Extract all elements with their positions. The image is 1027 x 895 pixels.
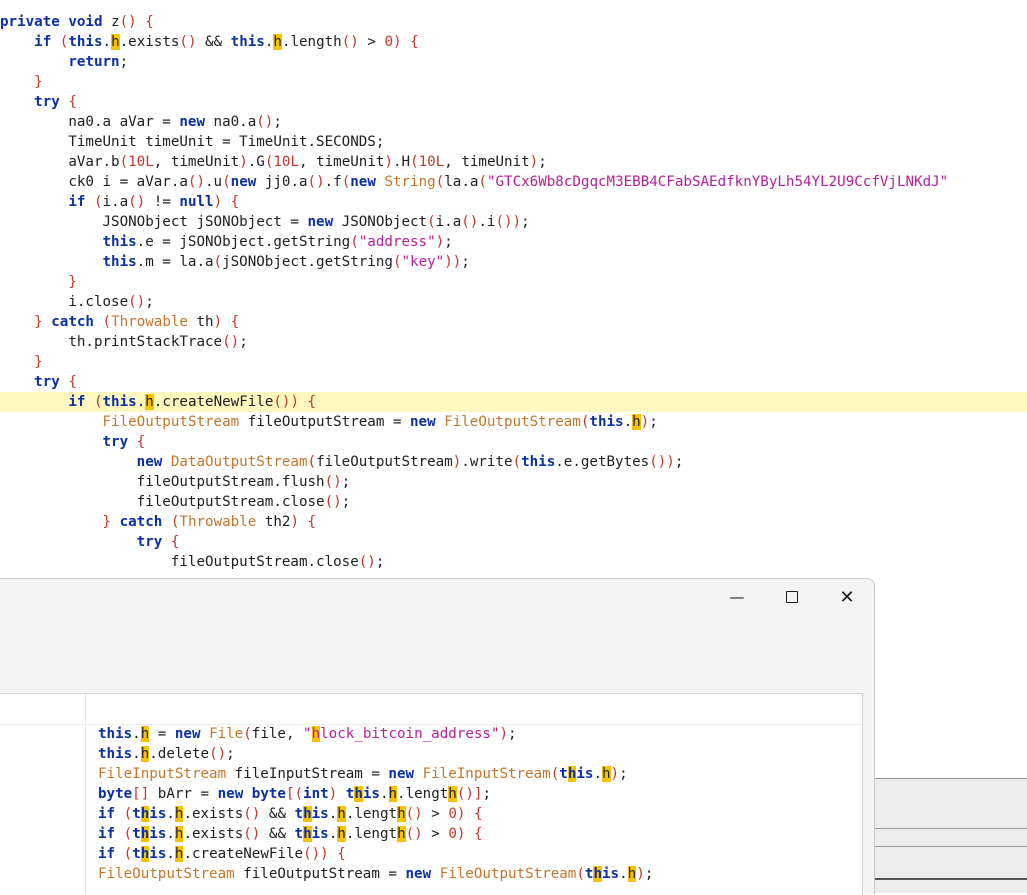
result-line[interactable]: byte[] bArr = new byte[(int) this.h.leng…	[98, 784, 491, 804]
code-line: fileOutputStream.close();	[0, 494, 351, 510]
code-line: private void z() {	[0, 14, 154, 30]
code-line: fileOutputStream.flush();	[0, 474, 351, 490]
code-line: if (i.a() != null) {	[0, 194, 240, 210]
result-line[interactable]: FileOutputStream fileOutputStream = new …	[98, 864, 653, 884]
code-line: i.close();	[0, 294, 154, 310]
result-line[interactable]: FileInputStream fileInputStream = new Fi…	[98, 764, 628, 784]
code-line: new DataOutputStream(fileOutputStream).w…	[0, 454, 684, 470]
result-line[interactable]: this.h = new File(file, "hlock_bitcoin_a…	[98, 724, 517, 744]
minimize-icon: —	[729, 588, 745, 606]
code-line: ck0 i = aVar.a().u(new jj0.a().f(new Str…	[0, 174, 949, 190]
minimize-button[interactable]: —	[710, 579, 764, 615]
divider	[874, 878, 1027, 880]
line-gutter	[0, 694, 86, 895]
current-line: if (this.h.createNewFile()) {	[0, 392, 1027, 412]
maximize-button[interactable]	[765, 579, 819, 615]
code-line: }	[0, 354, 43, 370]
result-line[interactable]: if (this.h.exists() && this.h.length() >…	[98, 804, 483, 824]
code-line: JSONObject jSONObject = new JSONObject(i…	[0, 214, 530, 230]
code-line: this.m = la.a(jSONObject.getString("key"…	[0, 254, 470, 270]
code-line: na0.a aVar = new na0.a();	[0, 114, 282, 130]
code-line: this.e = jSONObject.getString("address")…	[0, 234, 453, 250]
result-line[interactable]: if (this.h.createNewFile()) {	[98, 844, 346, 864]
close-icon: ✕	[839, 586, 855, 608]
code-line: try {	[0, 534, 180, 550]
result-line[interactable]: this.h.delete();	[98, 744, 235, 764]
result-line[interactable]: if (this.h.exists() && this.h.length() >…	[98, 824, 483, 844]
code-line: } catch (Throwable th) {	[0, 314, 240, 330]
background-window-strip	[874, 778, 1027, 893]
code-line: if (this.h.exists() && this.h.length() >…	[0, 34, 419, 50]
divider	[874, 778, 1027, 779]
search-dialog-window[interactable]: — ✕ this.h = new File(file, "hlock_bitco…	[0, 578, 875, 895]
code-line: fileOutputStream.close();	[0, 554, 385, 570]
code-line: TimeUnit timeUnit = TimeUnit.SECONDS;	[0, 134, 385, 150]
code-line: }	[0, 274, 77, 290]
code-line: try {	[0, 374, 77, 390]
code-line: }	[0, 74, 43, 90]
code-line: FileOutputStream fileOutputStream = new …	[0, 414, 658, 430]
close-button[interactable]: ✕	[820, 579, 874, 615]
code-line: th.printStackTrace();	[0, 334, 248, 350]
result-code-panel[interactable]: this.h = new File(file, "hlock_bitcoin_a…	[0, 693, 863, 895]
code-line: try {	[0, 434, 146, 450]
title-bar[interactable]: — ✕	[0, 579, 874, 615]
panel-header	[0, 694, 862, 725]
code-line: aVar.b(10L, timeUnit).G(10L, timeUnit).H…	[0, 154, 547, 170]
maximize-icon	[786, 591, 798, 603]
code-line: try {	[0, 94, 77, 110]
divider	[874, 846, 1027, 847]
code-line: return;	[0, 54, 129, 70]
divider	[874, 828, 1027, 829]
code-line: } catch (Throwable th2) {	[0, 514, 317, 530]
